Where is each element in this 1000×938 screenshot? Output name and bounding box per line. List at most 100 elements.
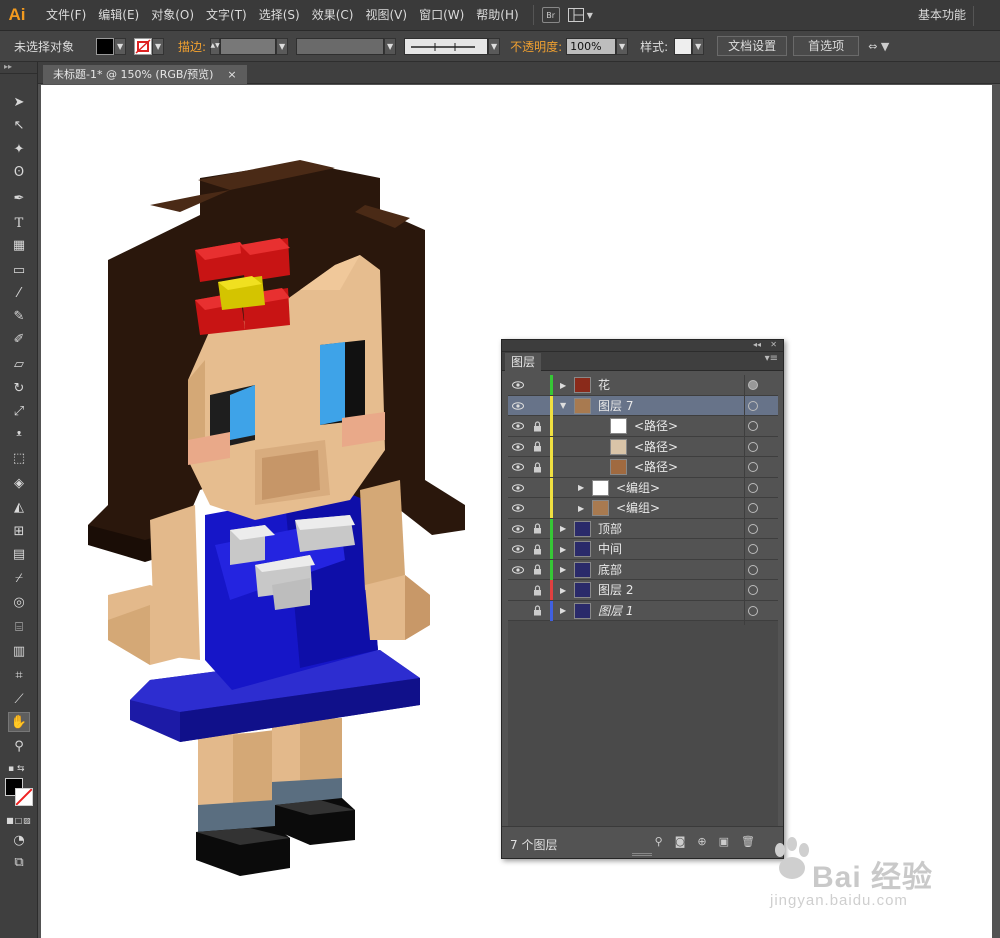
locate-object-icon[interactable]: ⚲ xyxy=(655,835,663,848)
eraser-tool-icon[interactable]: ▱ xyxy=(8,354,30,374)
expand-arrow-icon[interactable]: ▶ xyxy=(560,375,566,395)
lasso-tool-icon[interactable]: ʘ xyxy=(8,162,30,182)
visibility-eye-icon[interactable] xyxy=(510,375,526,395)
draw-mode-icon[interactable]: ◔ xyxy=(8,830,30,850)
target-circle-icon[interactable] xyxy=(748,462,758,472)
expand-arrow-icon[interactable]: ▶ xyxy=(560,519,566,539)
layer-name[interactable]: 底部 xyxy=(598,560,622,580)
target-circle-icon[interactable] xyxy=(748,421,758,431)
visibility-eye-icon[interactable] xyxy=(510,560,526,580)
gradient-tool-icon[interactable]: ▤ xyxy=(8,544,30,564)
layer-row[interactable]: <路径> xyxy=(508,457,778,478)
visibility-eye-icon[interactable] xyxy=(510,601,526,621)
slice-tool-icon[interactable]: ⟋ xyxy=(8,689,30,709)
blob-brush-tool-icon[interactable]: ✐ xyxy=(8,329,30,349)
lock-icon[interactable] xyxy=(529,498,545,518)
target-circle-icon[interactable] xyxy=(748,544,758,554)
lock-icon[interactable] xyxy=(529,396,545,416)
visibility-eye-icon[interactable] xyxy=(510,478,526,498)
layer-row[interactable]: ▶ 图层 2 xyxy=(508,580,778,601)
collapse-panel-icon[interactable]: ◂◂ xyxy=(753,340,761,349)
layer-row[interactable]: ▶ <编组> xyxy=(508,477,778,498)
menu-view[interactable]: 视图(V) xyxy=(359,0,413,31)
close-tab-icon[interactable]: × xyxy=(227,65,236,84)
fill-stroke-widget[interactable] xyxy=(5,778,35,806)
lock-icon[interactable] xyxy=(529,416,545,436)
expand-arrow-icon[interactable]: ▶ xyxy=(560,539,566,559)
opacity-dropdown[interactable]: ▼ xyxy=(616,37,629,55)
visibility-eye-icon[interactable] xyxy=(510,457,526,477)
column-graph-tool-icon[interactable]: ▥ xyxy=(8,641,30,661)
lock-icon[interactable] xyxy=(529,478,545,498)
blend-tool-icon[interactable]: ◎ xyxy=(8,592,30,612)
menu-window[interactable]: 窗口(W) xyxy=(413,0,470,31)
symbol-sprayer-tool-icon[interactable]: ⌸ xyxy=(8,617,30,637)
lock-icon[interactable] xyxy=(529,457,545,477)
target-circle-icon[interactable] xyxy=(748,605,758,616)
free-transform-tool-icon[interactable]: ⬚ xyxy=(8,448,30,468)
lock-icon[interactable] xyxy=(529,375,545,395)
variable-width-dropdown[interactable]: ▼ xyxy=(384,37,397,55)
menu-file[interactable]: 文件(F) xyxy=(40,0,92,31)
layer-row[interactable]: ▶ 底部 xyxy=(508,559,778,580)
layer-row[interactable]: ▶ <编组> xyxy=(508,498,778,519)
target-circle-icon[interactable] xyxy=(748,482,758,493)
expand-arrow-icon[interactable]: ▶ xyxy=(560,601,566,621)
layer-name[interactable]: <编组> xyxy=(616,498,660,518)
stroke-weight-stepper[interactable]: ▲▼ xyxy=(210,37,221,55)
magic-wand-tool-icon[interactable]: ✦ xyxy=(8,139,30,159)
arrange-documents-button[interactable]: ▼ xyxy=(567,8,593,22)
layer-row[interactable]: ▼ 图层 7 xyxy=(508,395,778,416)
expand-arrow-icon[interactable]: ▶ xyxy=(578,498,584,518)
eyedropper-tool-icon[interactable]: ⌿ xyxy=(8,568,30,588)
artboard-tool-icon[interactable]: ⌗ xyxy=(8,665,30,685)
paintbrush-tool-icon[interactable]: ⁄ xyxy=(8,283,30,303)
target-circle-icon[interactable] xyxy=(748,503,758,513)
graphic-style-swatch[interactable] xyxy=(674,37,693,55)
lock-icon[interactable] xyxy=(529,437,545,457)
layer-row[interactable]: ▶ 图层 1 xyxy=(508,600,778,621)
stroke-dropdown[interactable]: ▼ xyxy=(152,37,165,55)
visibility-eye-icon[interactable] xyxy=(510,396,526,416)
layer-row[interactable]: ▶ 中间 xyxy=(508,539,778,560)
warp-tool-icon[interactable]: ᵜ xyxy=(8,425,30,445)
layer-row[interactable]: ▶ 顶部 xyxy=(508,518,778,539)
visibility-eye-icon[interactable] xyxy=(510,437,526,457)
selection-tool-icon[interactable]: ➤ xyxy=(8,92,30,112)
expand-arrow-icon[interactable]: ▶ xyxy=(560,580,566,600)
target-circle-icon[interactable] xyxy=(748,380,758,390)
variable-width-field[interactable] xyxy=(296,37,385,55)
layer-name[interactable]: 顶部 xyxy=(598,519,622,539)
layer-name[interactable]: <路径> xyxy=(634,457,678,477)
stroke-swatch[interactable] xyxy=(134,37,153,55)
toolbox-collapse-icon[interactable]: ▸▸ xyxy=(0,62,37,74)
lock-icon[interactable] xyxy=(529,560,545,580)
layer-name[interactable]: <路径> xyxy=(634,437,678,457)
lock-icon[interactable] xyxy=(529,580,545,600)
rectangle-tool-icon[interactable]: ▭ xyxy=(8,260,30,280)
opacity-label[interactable]: 不透明度: xyxy=(506,38,566,55)
brush-dropdown[interactable]: ▼ xyxy=(488,37,501,55)
menu-select[interactable]: 选择(S) xyxy=(253,0,306,31)
expand-arrow-icon[interactable]: ▶ xyxy=(560,560,566,580)
graphic-style-dropdown[interactable]: ▼ xyxy=(692,37,705,55)
document-setup-button[interactable]: 文档设置 xyxy=(717,36,788,56)
fill-dropdown[interactable]: ▼ xyxy=(114,37,127,55)
menu-effect[interactable]: 效果(C) xyxy=(306,0,360,31)
pencil-tool-icon[interactable]: ✎ xyxy=(8,306,30,326)
stroke-weight-field[interactable] xyxy=(220,37,277,55)
shape-builder-tool-icon[interactable]: ◈ xyxy=(8,473,30,493)
stroke-color-swatch[interactable] xyxy=(15,788,33,806)
document-tab[interactable]: 未标题-1* @ 150% (RGB/预览) × xyxy=(43,65,247,84)
fill-swatch[interactable] xyxy=(96,37,115,55)
menu-type[interactable]: 文字(T) xyxy=(200,0,253,31)
target-circle-icon[interactable] xyxy=(748,523,758,534)
visibility-eye-icon[interactable] xyxy=(510,519,526,539)
hand-tool-icon[interactable]: ✋ xyxy=(8,712,30,732)
bridge-button[interactable]: Br xyxy=(541,7,560,23)
lock-icon[interactable] xyxy=(529,539,545,559)
mesh-tool-icon[interactable]: ⊞ xyxy=(8,521,30,541)
layer-name[interactable]: 图层 1 xyxy=(598,601,633,621)
layer-row[interactable]: <路径> xyxy=(508,436,778,457)
screen-mode-icon[interactable]: ⧉ xyxy=(8,852,30,872)
